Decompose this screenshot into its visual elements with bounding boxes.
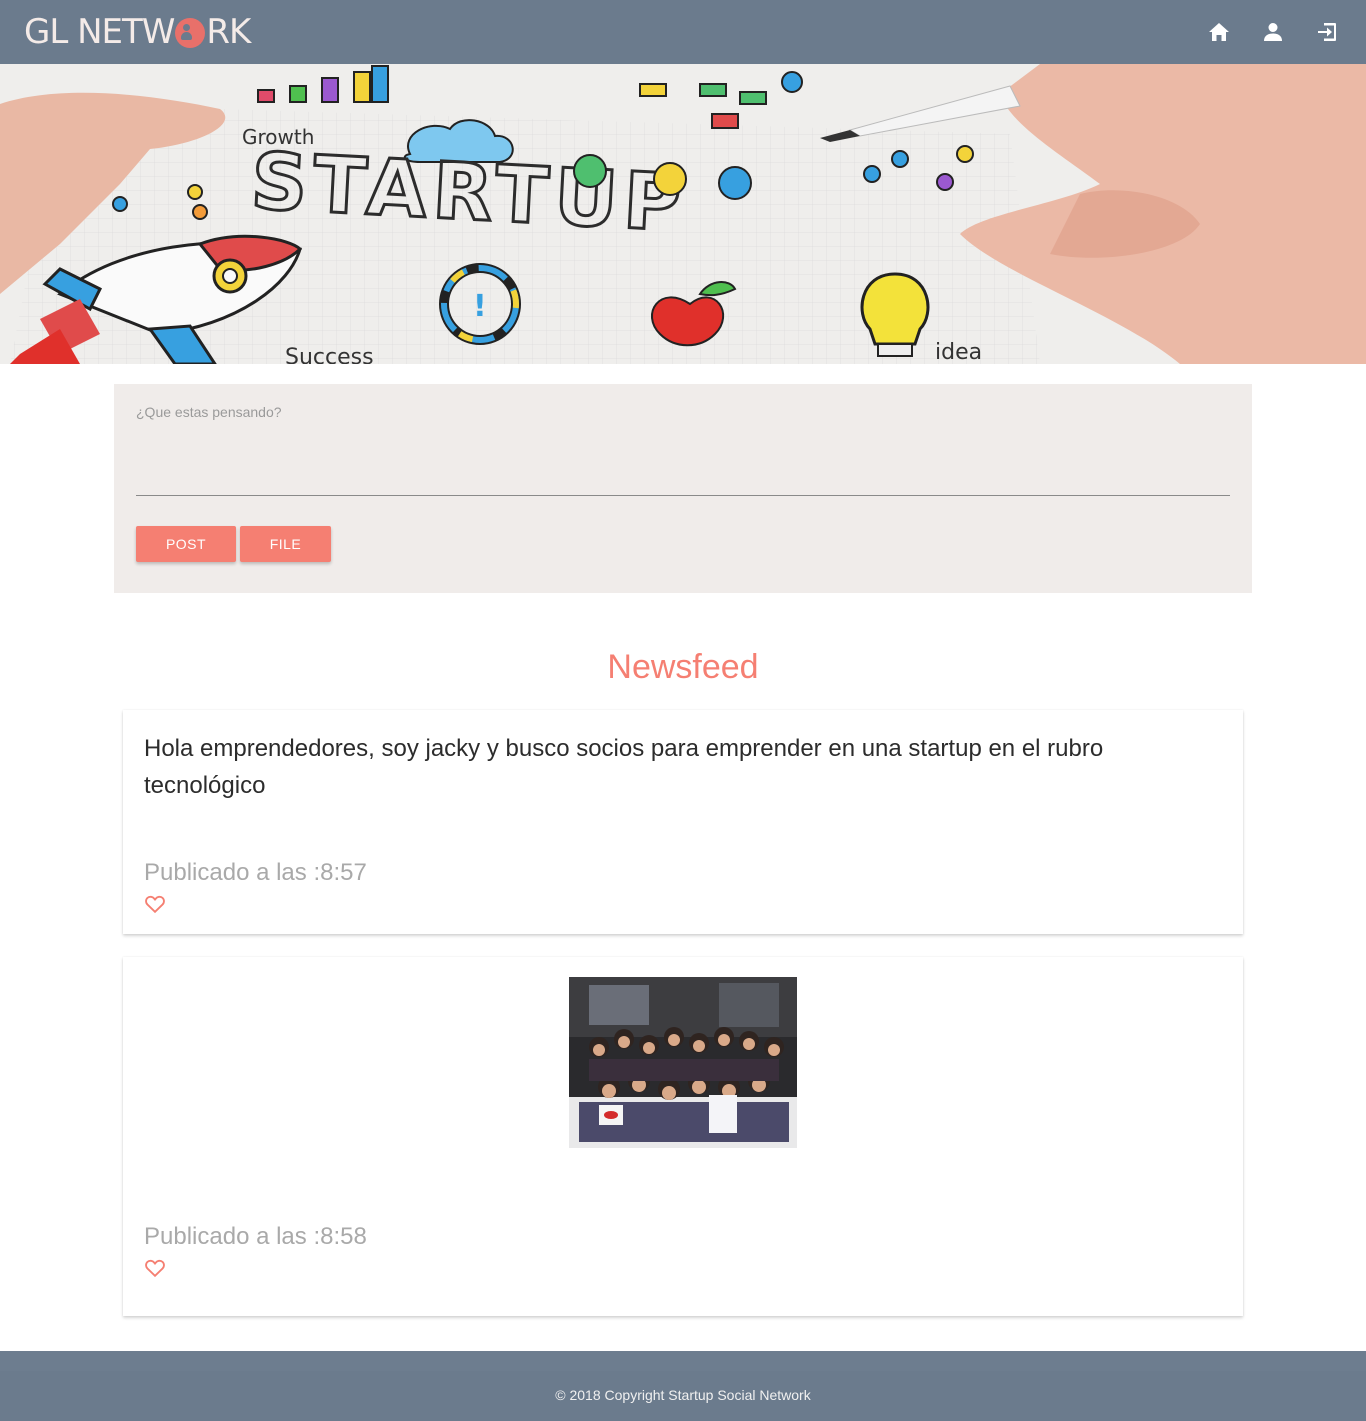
post-composer: POST FILE [114, 384, 1252, 593]
logo[interactable]: GL NETW RK [24, 12, 251, 52]
post-button[interactable]: POST [136, 526, 236, 562]
svg-text:!: ! [473, 289, 487, 324]
footer: © 2018 Copyright Startup Social Network [0, 1351, 1366, 1421]
composer-actions: POST FILE [136, 526, 1230, 562]
copyright-text: © 2018 Copyright Startup Social Network [555, 1387, 811, 1403]
post-card: Publicado a las :8:58 [123, 957, 1243, 1316]
navbar: GL NETW RK [0, 0, 1366, 64]
post-card: Hola emprendedores, soy jacky y busco so… [123, 710, 1243, 934]
logo-person-icon [175, 18, 206, 48]
hero-banner: Growth STARTUP Success ! idea [0, 64, 1366, 364]
post-image[interactable] [569, 977, 797, 1148]
logo-suffix: RK [206, 12, 251, 52]
heart-icon[interactable] [144, 893, 166, 915]
nav-icons [1206, 19, 1340, 45]
post-input[interactable] [136, 404, 1230, 496]
logo-prefix: GL NETW [24, 12, 175, 52]
newsfeed-title: Newsfeed [607, 648, 759, 686]
post-timestamp: Publicado a las :8:57 [144, 859, 367, 886]
home-icon[interactable] [1206, 19, 1232, 45]
file-button[interactable]: FILE [240, 526, 331, 562]
group-photo-image [569, 977, 797, 1148]
footer-band [0, 1351, 1366, 1371]
idea-word: idea [935, 340, 982, 364]
startup-doodle-image: Growth STARTUP Success ! idea [0, 64, 1366, 364]
post-text: Hola emprendedores, soy jacky y busco so… [144, 735, 1104, 799]
heart-icon[interactable] [144, 1257, 166, 1279]
logout-icon[interactable] [1314, 19, 1340, 45]
person-icon[interactable] [1260, 19, 1286, 45]
post-timestamp: Publicado a las :8:58 [144, 1223, 367, 1250]
success-word: Success [285, 345, 374, 364]
